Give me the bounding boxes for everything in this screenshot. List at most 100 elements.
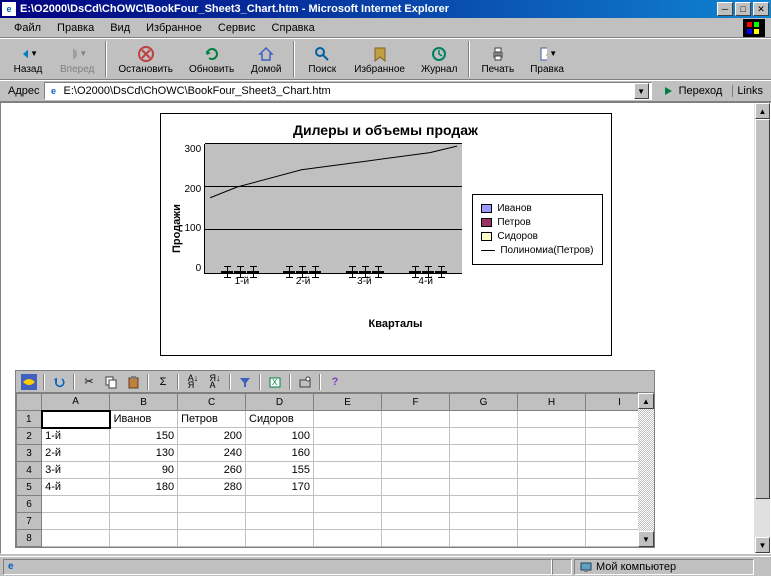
cell[interactable] bbox=[314, 445, 382, 462]
scroll-up-button[interactable]: ▲ bbox=[755, 103, 770, 119]
cell[interactable] bbox=[246, 496, 314, 513]
menu-tools[interactable]: Сервис bbox=[210, 20, 264, 36]
col-header[interactable]: H bbox=[517, 394, 585, 411]
cell[interactable] bbox=[42, 496, 110, 513]
cell[interactable] bbox=[517, 513, 585, 530]
cell[interactable]: 240 bbox=[178, 445, 246, 462]
undo-button[interactable] bbox=[49, 373, 69, 391]
col-header[interactable]: A bbox=[42, 394, 110, 411]
cell[interactable]: 155 bbox=[246, 462, 314, 479]
cell[interactable] bbox=[382, 496, 450, 513]
cell[interactable] bbox=[110, 513, 178, 530]
cut-button[interactable]: ✂ bbox=[79, 373, 99, 391]
edit-button[interactable]: ▼ Правка bbox=[522, 44, 572, 75]
sort-desc-button[interactable]: Я↓А bbox=[205, 373, 225, 391]
close-button[interactable]: ✕ bbox=[753, 2, 769, 16]
scroll-thumb[interactable] bbox=[755, 119, 770, 499]
sheet-scroll-up[interactable]: ▲ bbox=[638, 393, 654, 409]
history-button[interactable]: Журнал bbox=[413, 44, 466, 75]
content-scrollbar[interactable]: ▲ ▼ bbox=[754, 103, 770, 553]
address-field[interactable]: e E:\O2000\DsCd\ChOWC\BookFour_Sheet3_Ch… bbox=[44, 82, 652, 100]
cell[interactable]: 130 bbox=[110, 445, 178, 462]
col-header[interactable]: G bbox=[450, 394, 518, 411]
cell[interactable] bbox=[382, 530, 450, 547]
scroll-down-button[interactable]: ▼ bbox=[755, 537, 770, 553]
minimize-button[interactable]: ─ bbox=[717, 2, 733, 16]
cell[interactable] bbox=[110, 496, 178, 513]
cell[interactable]: 150 bbox=[110, 428, 178, 445]
cell[interactable] bbox=[450, 462, 518, 479]
stop-button[interactable]: Остановить bbox=[110, 44, 181, 75]
cell[interactable]: 2-й bbox=[42, 445, 110, 462]
spreadsheet-grid[interactable]: ABCDEFGHI1ИвановПетровСидоров21-й1502001… bbox=[16, 393, 654, 547]
cell[interactable] bbox=[450, 513, 518, 530]
copy-button[interactable] bbox=[101, 373, 121, 391]
links-button[interactable]: Links bbox=[732, 85, 767, 97]
sheet-scrollbar[interactable]: ▲ ▼ bbox=[638, 393, 654, 547]
cell[interactable]: Сидоров bbox=[246, 411, 314, 428]
menu-file[interactable]: Файл bbox=[6, 20, 49, 36]
cell[interactable] bbox=[517, 428, 585, 445]
menu-favorites[interactable]: Избранное bbox=[138, 20, 210, 36]
cell[interactable] bbox=[450, 479, 518, 496]
cell[interactable] bbox=[314, 428, 382, 445]
row-header[interactable]: 6 bbox=[17, 496, 42, 513]
go-button[interactable]: Переход bbox=[656, 82, 729, 100]
cell[interactable]: 170 bbox=[246, 479, 314, 496]
cell[interactable] bbox=[178, 496, 246, 513]
cell[interactable]: Иванов bbox=[110, 411, 178, 428]
maximize-button[interactable]: □ bbox=[735, 2, 751, 16]
cell[interactable] bbox=[314, 496, 382, 513]
cell[interactable] bbox=[382, 445, 450, 462]
properties-button[interactable] bbox=[295, 373, 315, 391]
cell[interactable] bbox=[314, 530, 382, 547]
export-excel-button[interactable]: X bbox=[265, 373, 285, 391]
cell[interactable] bbox=[450, 411, 518, 428]
menu-view[interactable]: Вид bbox=[102, 20, 138, 36]
cell[interactable]: 1-й bbox=[42, 428, 110, 445]
cell[interactable] bbox=[110, 530, 178, 547]
cell[interactable] bbox=[178, 513, 246, 530]
cell[interactable] bbox=[450, 428, 518, 445]
cell[interactable] bbox=[450, 530, 518, 547]
back-button[interactable]: ▼ Назад bbox=[4, 44, 52, 75]
autosum-button[interactable]: Σ bbox=[153, 373, 173, 391]
col-header[interactable]: F bbox=[382, 394, 450, 411]
cell[interactable] bbox=[517, 496, 585, 513]
cell[interactable]: 260 bbox=[178, 462, 246, 479]
col-header[interactable]: B bbox=[110, 394, 178, 411]
help-button[interactable]: ? bbox=[325, 373, 345, 391]
cell[interactable]: 200 bbox=[178, 428, 246, 445]
cell[interactable] bbox=[178, 530, 246, 547]
cell[interactable] bbox=[382, 513, 450, 530]
row-header[interactable]: 8 bbox=[17, 530, 42, 547]
menu-help[interactable]: Справка bbox=[264, 20, 323, 36]
cell[interactable]: 280 bbox=[178, 479, 246, 496]
cell[interactable] bbox=[382, 479, 450, 496]
row-header[interactable]: 5 bbox=[17, 479, 42, 496]
cell[interactable] bbox=[42, 530, 110, 547]
cell[interactable] bbox=[246, 530, 314, 547]
row-header[interactable]: 1 bbox=[17, 411, 42, 428]
cell[interactable] bbox=[314, 462, 382, 479]
select-all-cell[interactable] bbox=[17, 394, 42, 411]
print-button[interactable]: Печать bbox=[473, 44, 522, 75]
row-header[interactable]: 3 bbox=[17, 445, 42, 462]
cell[interactable] bbox=[314, 513, 382, 530]
col-header[interactable]: C bbox=[178, 394, 246, 411]
refresh-button[interactable]: Обновить bbox=[181, 44, 242, 75]
cell[interactable] bbox=[382, 462, 450, 479]
cell[interactable] bbox=[382, 428, 450, 445]
cell[interactable]: 3-й bbox=[42, 462, 110, 479]
cell[interactable]: 4-й bbox=[42, 479, 110, 496]
cell[interactable] bbox=[517, 411, 585, 428]
cell[interactable] bbox=[382, 411, 450, 428]
cell[interactable]: 100 bbox=[246, 428, 314, 445]
cell[interactable] bbox=[450, 496, 518, 513]
col-header[interactable]: D bbox=[246, 394, 314, 411]
cell[interactable]: 90 bbox=[110, 462, 178, 479]
cell[interactable] bbox=[517, 479, 585, 496]
address-dropdown[interactable]: ▼ bbox=[634, 83, 649, 99]
cell[interactable]: 160 bbox=[246, 445, 314, 462]
cell[interactable] bbox=[42, 513, 110, 530]
